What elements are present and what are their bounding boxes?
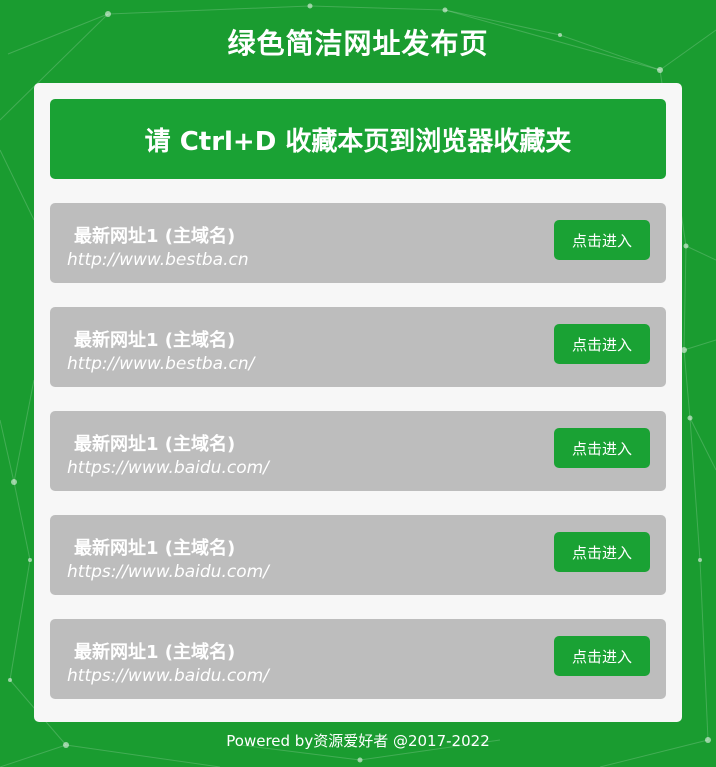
- page-title: 绿色简洁网址发布页: [227, 27, 489, 60]
- url-row-link[interactable]: https://www.baidu.com/: [67, 458, 269, 478]
- enter-button[interactable]: 点击进入: [554, 220, 650, 260]
- url-row-1: 最新网址1 (主域名) http://www.bestba.cn 点击进入: [50, 203, 666, 283]
- enter-button[interactable]: 点击进入: [554, 324, 650, 364]
- url-row-name: 最新网址1 (主域名): [74, 642, 236, 663]
- url-row-5: 最新网址1 (主域名) https://www.baidu.com/ 点击进入: [50, 619, 666, 699]
- bookmark-banner: 请 Ctrl+D 收藏本页到浏览器收藏夹: [50, 99, 666, 179]
- url-row-name: 最新网址1 (主域名): [74, 226, 236, 247]
- url-row-name: 最新网址1 (主域名): [74, 434, 236, 455]
- url-row-link[interactable]: https://www.baidu.com/: [67, 666, 269, 686]
- enter-button[interactable]: 点击进入: [554, 636, 650, 676]
- links-card: 请 Ctrl+D 收藏本页到浏览器收藏夹 最新网址1 (主域名) http://…: [34, 83, 682, 722]
- url-row-link[interactable]: http://www.bestba.cn: [67, 250, 249, 270]
- url-row-name: 最新网址1 (主域名): [74, 538, 236, 559]
- enter-button[interactable]: 点击进入: [554, 532, 650, 572]
- url-row-name: 最新网址1 (主域名): [74, 330, 236, 351]
- url-row-link[interactable]: http://www.bestba.cn/: [67, 354, 254, 374]
- url-row-link[interactable]: https://www.baidu.com/: [67, 562, 269, 582]
- footer-credit: Powered by资源爱好者 @2017-2022: [226, 732, 490, 750]
- url-row-2: 最新网址1 (主域名) http://www.bestba.cn/ 点击进入: [50, 307, 666, 387]
- url-row-3: 最新网址1 (主域名) https://www.baidu.com/ 点击进入: [50, 411, 666, 491]
- url-row-4: 最新网址1 (主域名) https://www.baidu.com/ 点击进入: [50, 515, 666, 595]
- enter-button[interactable]: 点击进入: [554, 428, 650, 468]
